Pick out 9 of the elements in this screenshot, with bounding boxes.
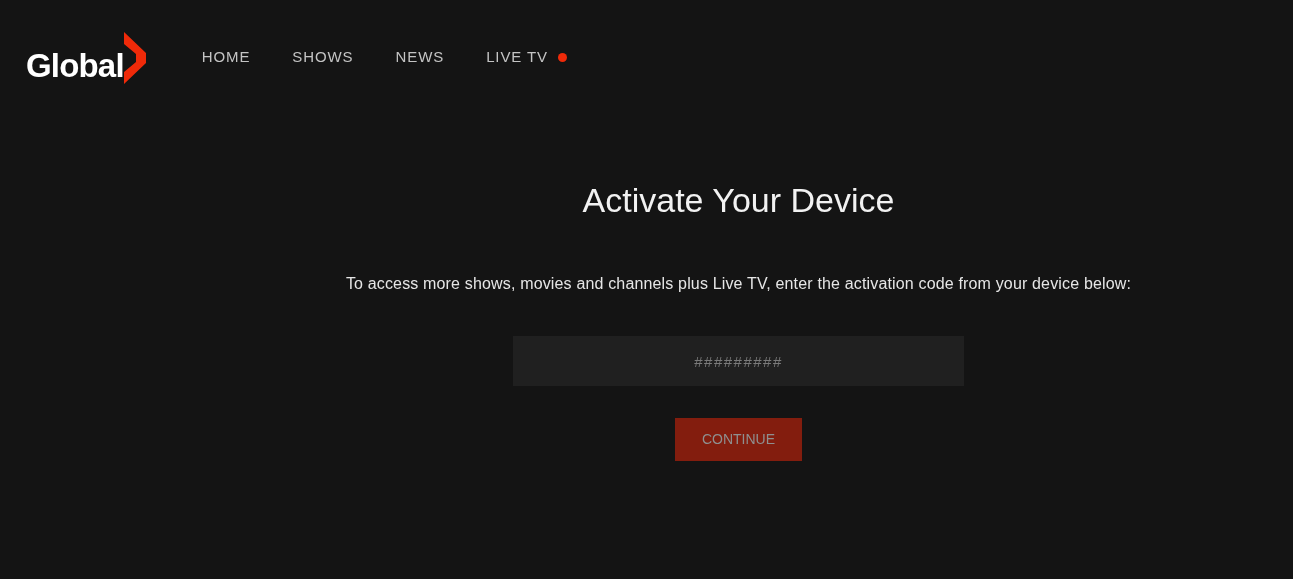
instructions-text: To access more shows, movies and channels plus Live TV, enter the activation code from your device below: bbox=[345, 274, 1132, 294]
chevron-logo-icon bbox=[123, 32, 146, 84]
nav-link[interactable]: SHOWS bbox=[292, 45, 354, 69]
logo-wordmark[interactable]: Global bbox=[26, 49, 124, 82]
nav-link[interactable]: HOME bbox=[201, 45, 251, 69]
nav-link[interactable]: NEWS bbox=[395, 45, 445, 69]
activation-code-field[interactable]: ######### bbox=[513, 336, 964, 386]
page-title: Activate Your Device bbox=[582, 180, 895, 221]
nav-link[interactable]: LIVE TV bbox=[486, 45, 567, 69]
